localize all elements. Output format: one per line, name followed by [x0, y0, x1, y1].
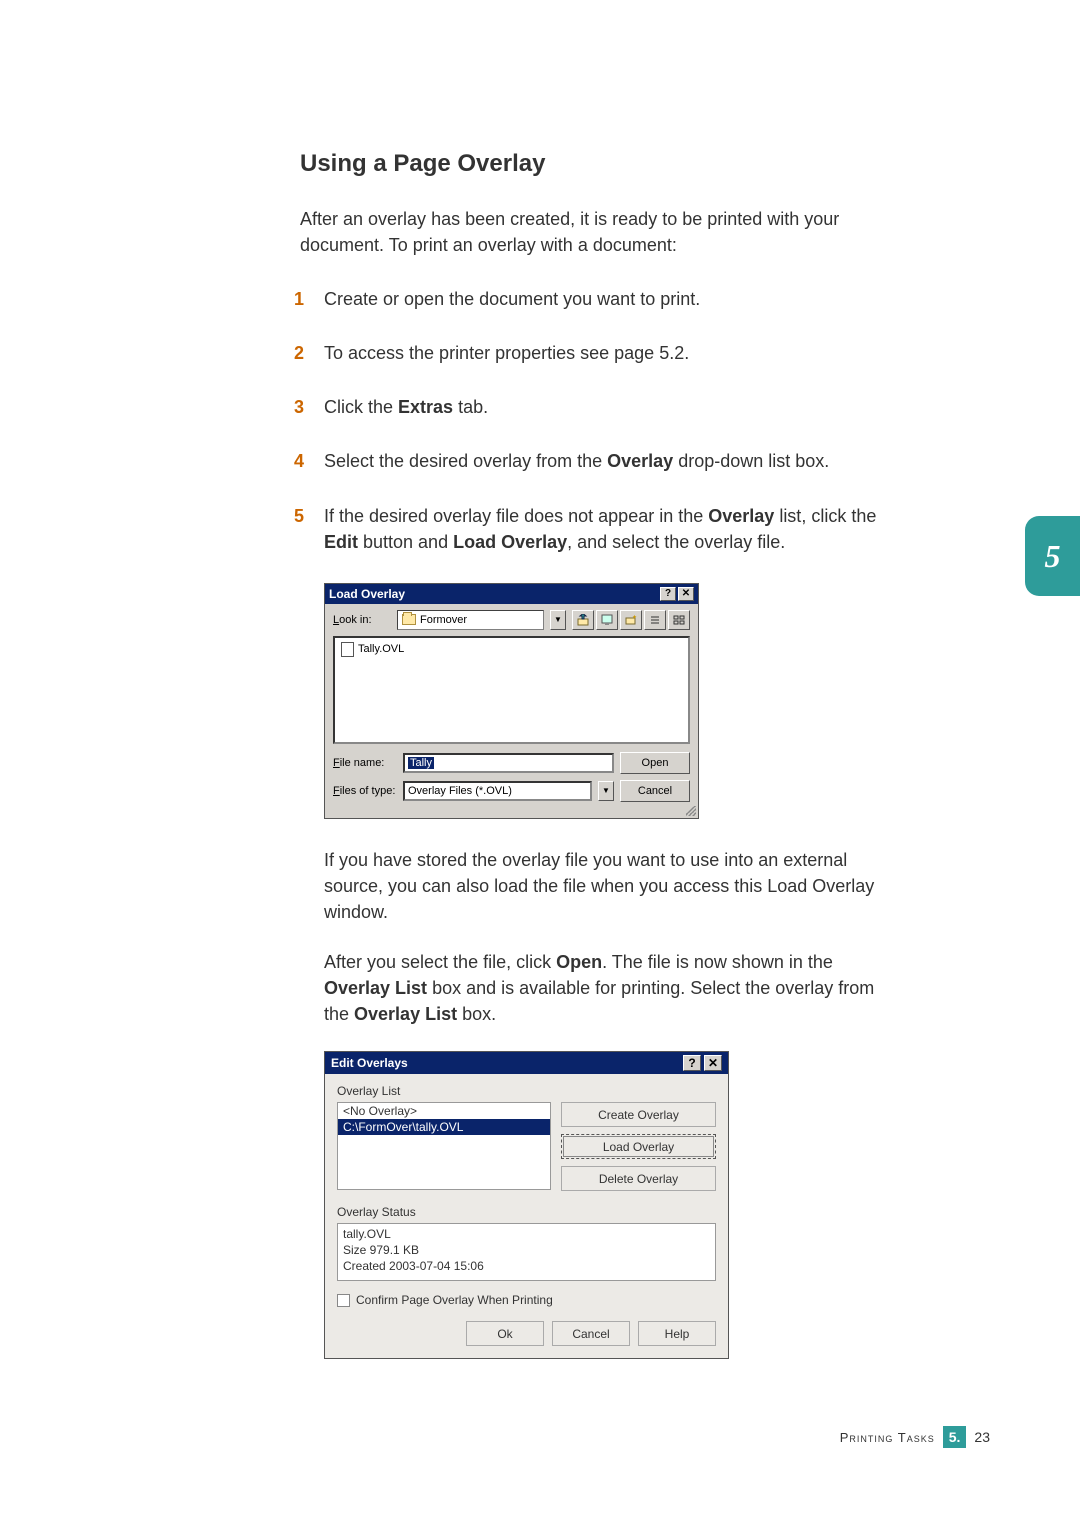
- page-footer: Printing Tasks 5. 23: [840, 1426, 990, 1448]
- dialog-titlebar: Edit Overlays ? ✕: [325, 1052, 728, 1074]
- listbox-item-selected[interactable]: C:\FormOver\tally.OVL: [338, 1119, 550, 1135]
- status-line: tally.OVL: [343, 1227, 710, 1243]
- step-bold: Overlay: [708, 506, 774, 526]
- cancel-button[interactable]: Cancel: [620, 780, 690, 802]
- filename-input[interactable]: Tally: [403, 753, 614, 773]
- file-icon: [341, 642, 354, 657]
- create-overlay-button[interactable]: Create Overlay: [561, 1102, 716, 1127]
- step-text: list, click the: [774, 506, 876, 526]
- cancel-button[interactable]: Cancel: [552, 1321, 630, 1346]
- step-text: Select the desired overlay from the: [324, 451, 607, 471]
- dialog-title: Edit Overlays: [331, 1056, 408, 1070]
- help-icon[interactable]: ?: [683, 1055, 701, 1071]
- step-4: 4 Select the desired overlay from the Ov…: [300, 448, 890, 474]
- step-1: 1 Create or open the document you want t…: [300, 286, 890, 312]
- step-text: Create or open the document you want to …: [324, 289, 700, 309]
- file-list[interactable]: Tally.OVL: [333, 636, 690, 744]
- dialog-titlebar: Load Overlay ? ✕: [325, 584, 698, 604]
- filetype-label: Files of type:: [333, 785, 397, 797]
- ok-button[interactable]: Ok: [466, 1321, 544, 1346]
- step-bold: Edit: [324, 532, 358, 552]
- paragraph-after-dialog: After you select the file, click Open. T…: [324, 949, 884, 1027]
- desktop-icon[interactable]: [596, 610, 618, 630]
- t: After you select the file, click: [324, 952, 556, 972]
- listbox-item[interactable]: <No Overlay>: [338, 1103, 550, 1119]
- footer-chapter-num: 5.: [949, 1429, 961, 1445]
- step-number: 5: [294, 503, 304, 529]
- t: Open: [556, 952, 602, 972]
- svg-text:✦: ✦: [632, 614, 637, 621]
- chapter-side-tab: 5: [1025, 516, 1080, 596]
- step-text: drop-down list box.: [673, 451, 829, 471]
- overlay-listbox[interactable]: <No Overlay> C:\FormOver\tally.OVL: [337, 1102, 551, 1190]
- steps-list: 1 Create or open the document you want t…: [300, 286, 890, 555]
- overlay-status-box: tally.OVL Size 979.1 KB Created 2003-07-…: [337, 1223, 716, 1281]
- step-text: tab.: [453, 397, 488, 417]
- new-folder-icon[interactable]: ✦: [620, 610, 642, 630]
- list-view-icon[interactable]: [644, 610, 666, 630]
- step-number: 1: [294, 286, 304, 312]
- intro-paragraph: After an overlay has been created, it is…: [300, 206, 860, 258]
- filetype-combo[interactable]: Overlay Files (*.OVL): [403, 781, 592, 801]
- step-text: To access the printer properties see pag…: [324, 343, 689, 363]
- details-view-icon[interactable]: [668, 610, 690, 630]
- dialog-title: Load Overlay: [329, 587, 405, 601]
- step-text: Click the: [324, 397, 398, 417]
- step-bold: Extras: [398, 397, 453, 417]
- load-overlay-dialog: Load Overlay ? ✕ Look in: Formover ▼: [324, 583, 699, 819]
- look-in-label: Look in:: [333, 614, 391, 626]
- load-overlay-button[interactable]: Load Overlay: [561, 1134, 716, 1159]
- paragraph-after-dialog: If you have stored the overlay file you …: [324, 847, 884, 925]
- step-number: 3: [294, 394, 304, 420]
- step-5: 5 If the desired overlay file does not a…: [300, 503, 890, 555]
- overlay-list-label: Overlay List: [337, 1084, 716, 1098]
- status-line: Created 2003-07-04 15:06: [343, 1259, 710, 1275]
- footer-page-number: 23: [974, 1429, 990, 1445]
- help-icon[interactable]: ?: [660, 587, 676, 601]
- chevron-down-icon[interactable]: ▼: [598, 781, 614, 801]
- t: Overlay List: [324, 978, 427, 998]
- folder-icon: [402, 614, 416, 625]
- step-2: 2 To access the printer properties see p…: [300, 340, 890, 366]
- step-number: 2: [294, 340, 304, 366]
- open-button[interactable]: Open: [620, 752, 690, 774]
- step-number: 4: [294, 448, 304, 474]
- up-one-level-icon[interactable]: [572, 610, 594, 630]
- step-bold: Load Overlay: [453, 532, 567, 552]
- filename-value: Tally: [408, 757, 434, 769]
- look-in-value: Formover: [420, 614, 467, 626]
- step-text: button and: [358, 532, 453, 552]
- t: box.: [457, 1004, 496, 1024]
- confirm-overlay-checkbox[interactable]: [337, 1294, 350, 1307]
- footer-label: Printing Tasks: [840, 1430, 935, 1445]
- step-bold: Overlay: [607, 451, 673, 471]
- confirm-overlay-label: Confirm Page Overlay When Printing: [356, 1293, 553, 1307]
- step-3: 3 Click the Extras tab.: [300, 394, 890, 420]
- section-heading: Using a Page Overlay: [300, 150, 990, 178]
- footer-chapter: 5.: [943, 1426, 967, 1448]
- close-icon[interactable]: ✕: [678, 587, 694, 601]
- file-list-item[interactable]: Tally.OVL: [341, 642, 682, 657]
- overlay-status-label: Overlay Status: [337, 1205, 716, 1219]
- filetype-value: Overlay Files (*.OVL): [408, 785, 512, 797]
- step-text: , and select the overlay file.: [567, 532, 785, 552]
- close-icon[interactable]: ✕: [704, 1055, 722, 1071]
- step-text: If the desired overlay file does not app…: [324, 506, 708, 526]
- look-in-combo[interactable]: Formover: [397, 610, 544, 630]
- status-line: Size 979.1 KB: [343, 1243, 710, 1259]
- t: Overlay List: [354, 1004, 457, 1024]
- chevron-down-icon[interactable]: ▼: [550, 610, 566, 630]
- file-name-text: Tally.OVL: [358, 643, 404, 655]
- delete-overlay-button[interactable]: Delete Overlay: [561, 1166, 716, 1191]
- t: . The file is now shown in the: [602, 952, 833, 972]
- edit-overlays-dialog: Edit Overlays ? ✕ Overlay List <No Overl…: [324, 1051, 729, 1359]
- help-button[interactable]: Help: [638, 1321, 716, 1346]
- filename-label: File name:: [333, 757, 397, 769]
